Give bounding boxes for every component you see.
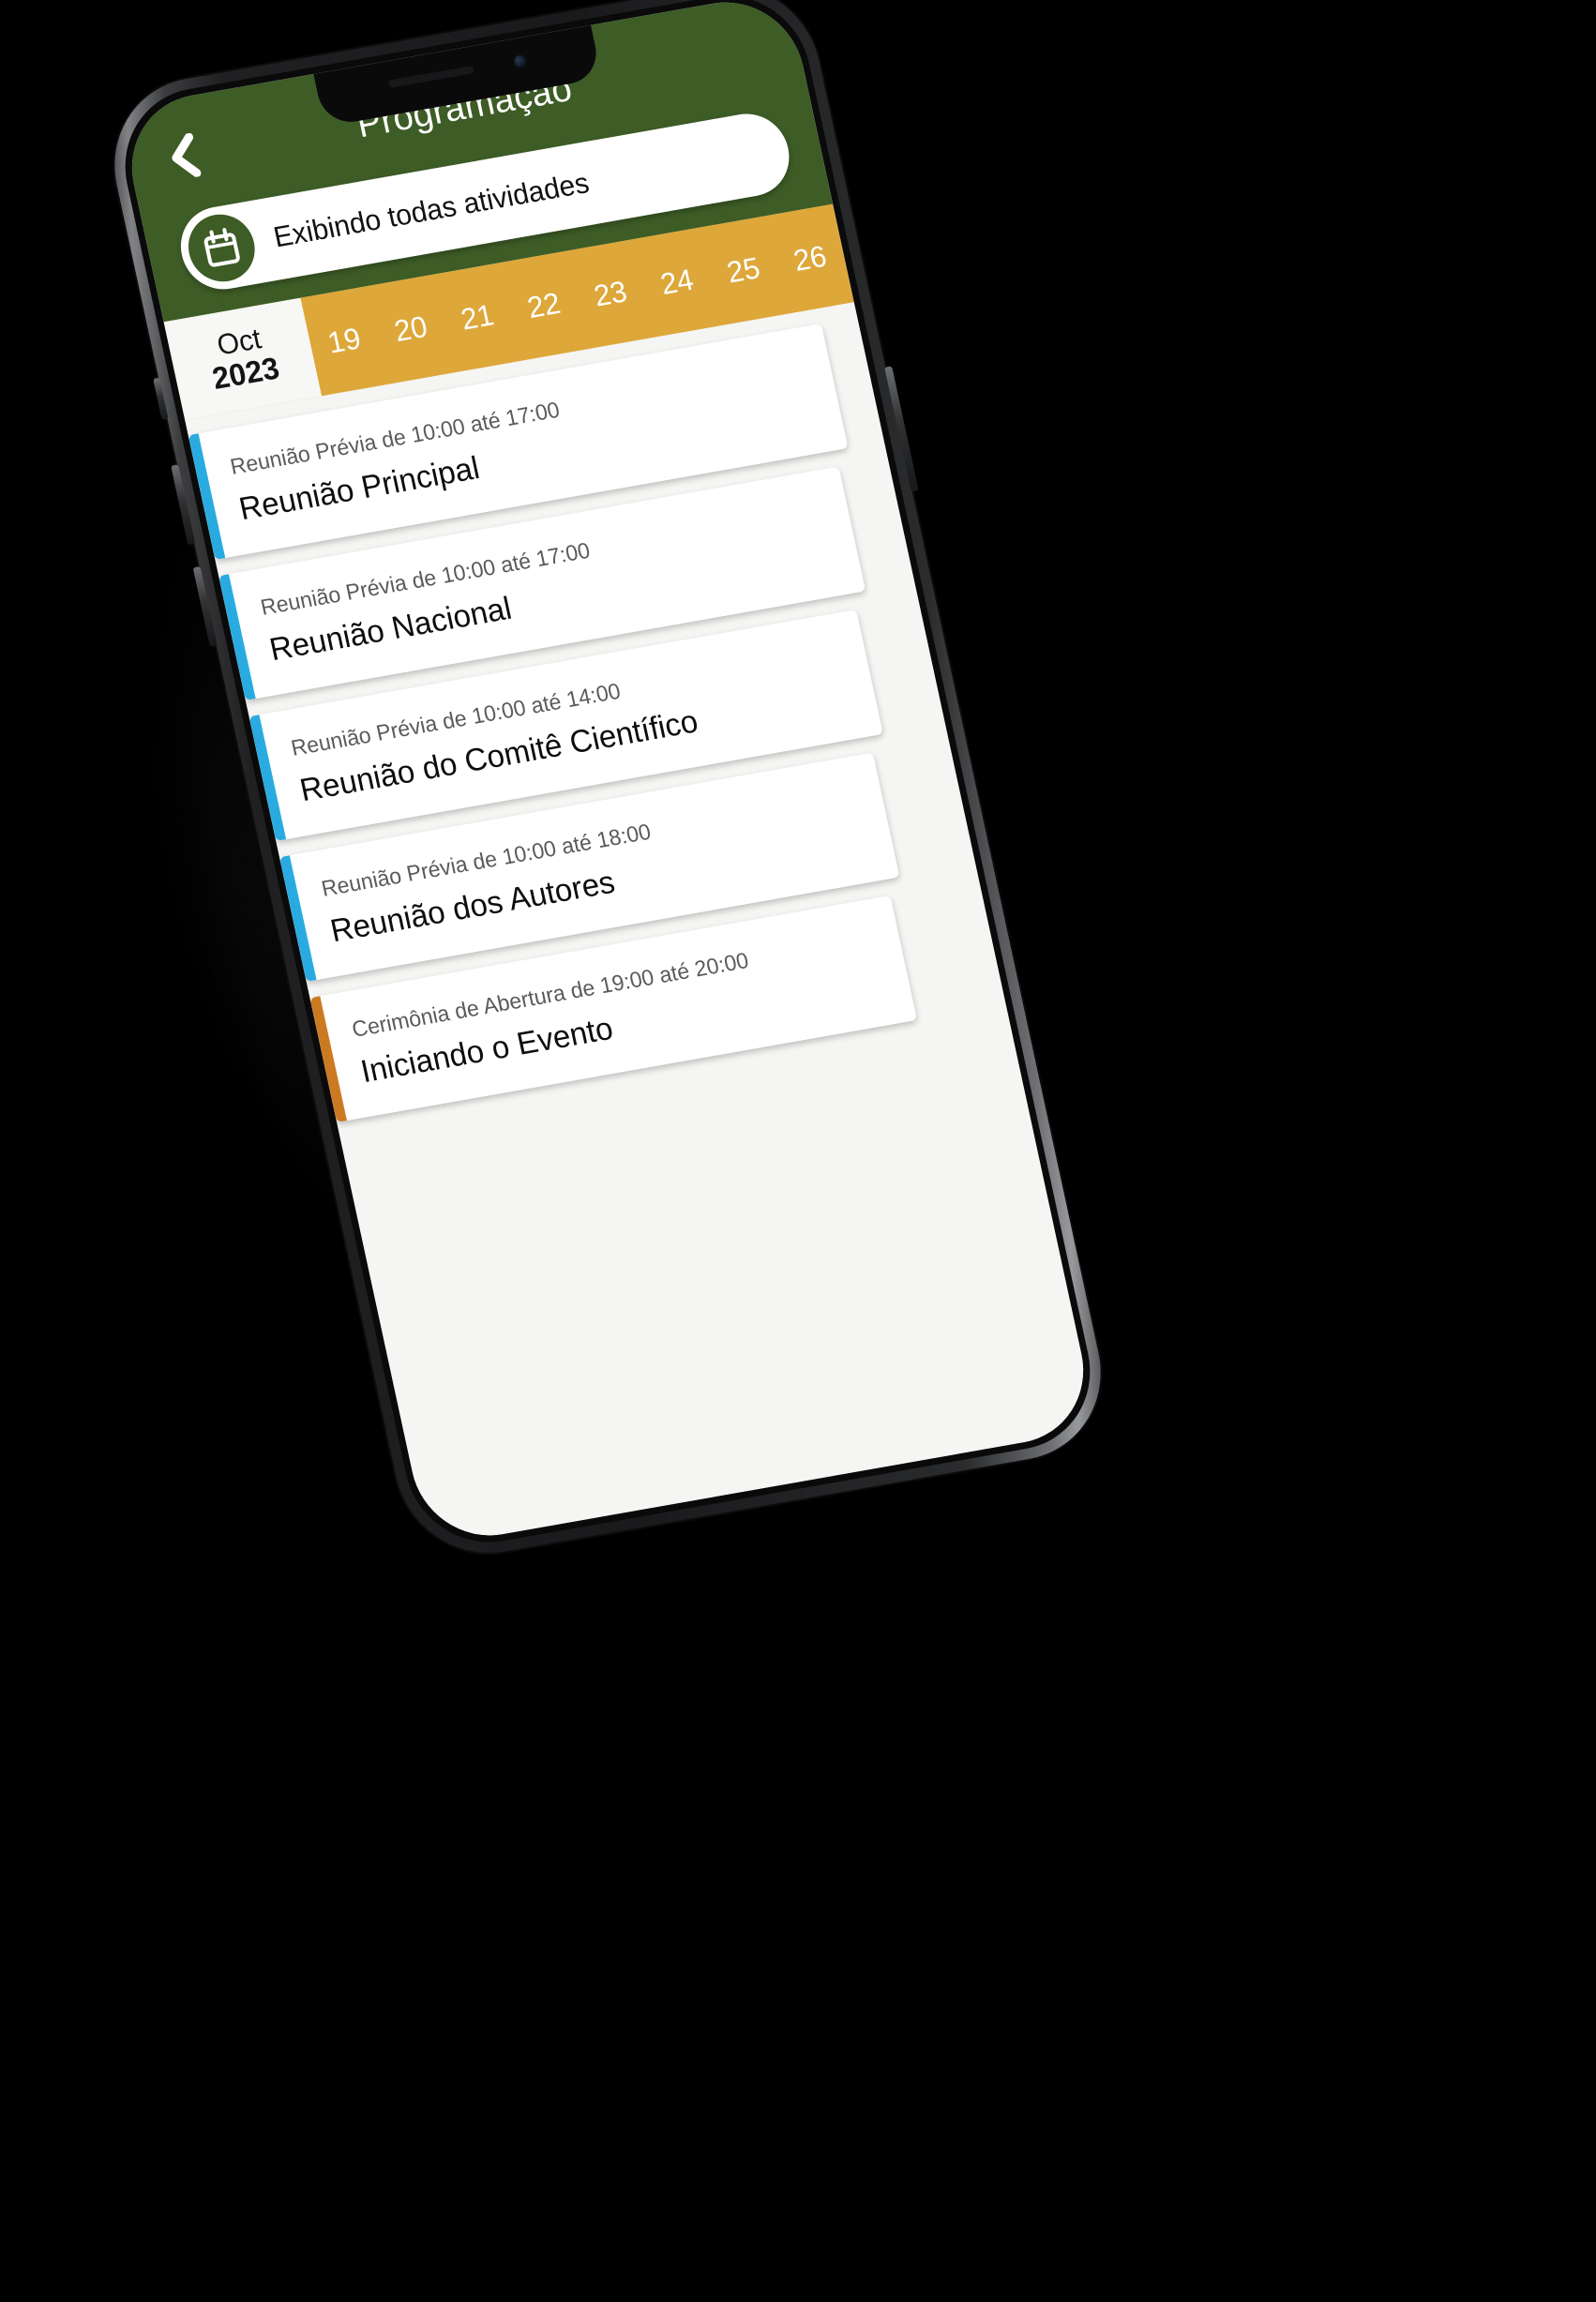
back-button[interactable] [157, 130, 211, 184]
day-tab[interactable]: 22 [507, 283, 581, 329]
day-tab[interactable]: 26 [774, 236, 848, 282]
day-tab[interactable]: 24 [640, 260, 715, 306]
phone-screen: Programação Exibindo todas atividades Oc… [117, 0, 1098, 1548]
calendar-icon [182, 209, 262, 287]
activity-list[interactable]: Reunião Prévia de 10:00 até 17:00 Reuniã… [185, 302, 1074, 1435]
earpiece-speaker [387, 65, 474, 89]
day-tab[interactable]: 23 [574, 271, 648, 317]
chevron-left-icon [165, 132, 203, 181]
filter-label: Exibindo todas atividades [270, 167, 593, 254]
day-tab[interactable]: 19 [308, 318, 382, 364]
screenshot-stage: Programação Exibindo todas atividades Oc… [0, 0, 1596, 2302]
day-tab[interactable]: 25 [707, 248, 781, 293]
day-tab[interactable]: 20 [374, 307, 448, 353]
phone-bezel: Programação Exibindo todas atividades Oc… [109, 0, 1107, 1556]
phone-mockup: Programação Exibindo todas atividades Oc… [97, 0, 1119, 1568]
day-tab[interactable]: 21 [441, 294, 515, 340]
front-camera [512, 53, 528, 68]
